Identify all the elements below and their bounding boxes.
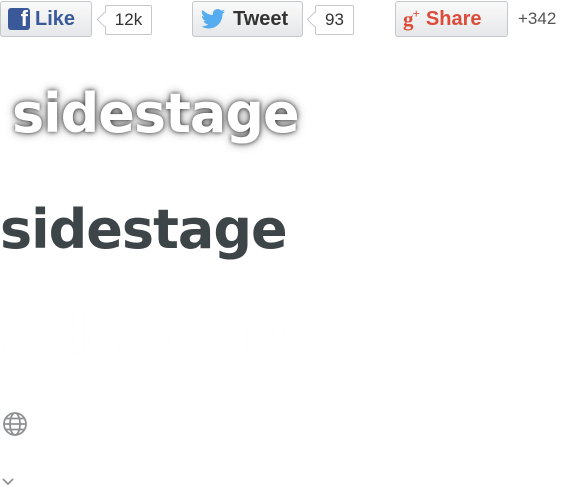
- sidestage-logo-dark: sidestage: [0, 198, 288, 261]
- facebook-like-count: 12k: [105, 5, 152, 35]
- facebook-like-label: Like: [35, 7, 76, 30]
- twitter-tweet-button[interactable]: Tweet: [192, 1, 303, 37]
- sidestage-logo-white: sidestage: [0, 303, 288, 366]
- googleplus-share-label: Share: [425, 7, 482, 30]
- twitter-tweet-count: 93: [315, 5, 354, 35]
- googleplus-share-count: +342: [518, 9, 557, 28]
- twitter-bird-icon: [201, 9, 225, 29]
- facebook-icon: f: [8, 8, 30, 30]
- globe-icon[interactable]: [2, 411, 28, 437]
- googleplus-share-button[interactable]: g+ Share: [395, 1, 508, 37]
- facebook-like-count-value: 12k: [114, 10, 143, 29]
- twitter-tweet-label: Tweet: [233, 7, 289, 30]
- facebook-like-button[interactable]: f Like: [0, 1, 92, 37]
- twitter-tweet-count-value: 93: [325, 10, 344, 29]
- googleplus-icon: g+: [403, 6, 420, 31]
- sidestage-logo-glow: sidestage: [12, 82, 300, 145]
- page: f Like 12k Tweet 93 g+ Share +342 sidest…: [0, 0, 562, 489]
- chevron-down-icon[interactable]: [2, 478, 14, 486]
